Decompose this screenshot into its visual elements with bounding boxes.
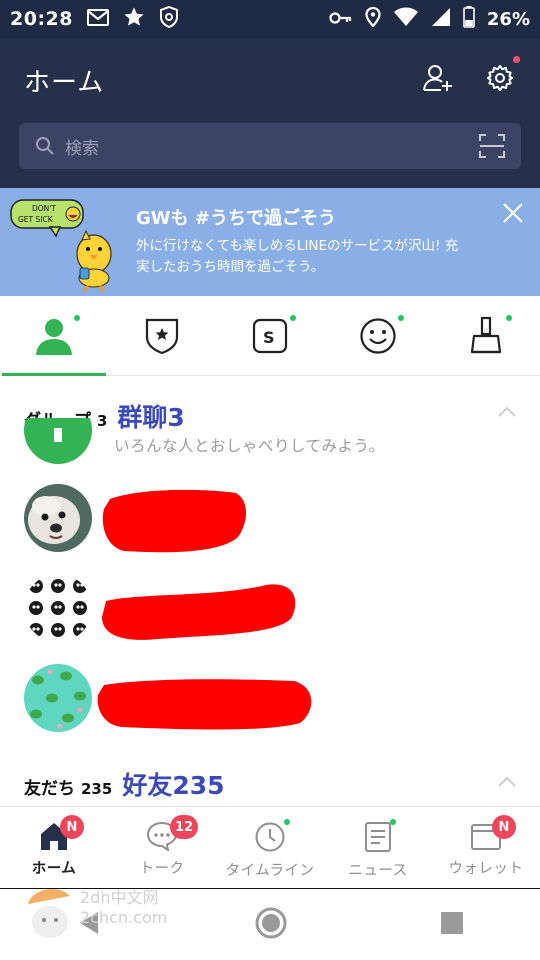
- nav-timeline-label: タイムライン: [225, 863, 315, 879]
- new-dot: [290, 315, 296, 321]
- home-system-button[interactable]: [255, 907, 287, 943]
- watermark: 2dh中文网 2chcn.com: [80, 888, 167, 928]
- friends-section-header[interactable]: 友だち 235 好友235: [24, 766, 225, 802]
- location-icon: [365, 6, 381, 31]
- sticker-shop-icon: S: [252, 318, 288, 353]
- tab-friends[interactable]: [0, 296, 108, 376]
- gear-icon: [487, 65, 513, 91]
- home-circle-icon: [255, 907, 287, 938]
- watermark-line-1: 2dh中文网: [80, 888, 159, 907]
- new-dot: [506, 315, 512, 321]
- official-account-icon: [145, 318, 179, 354]
- list-item[interactable]: [0, 473, 540, 563]
- friends-count: 235: [81, 780, 113, 798]
- status-bar: 20:28 26%: [0, 0, 540, 38]
- groups-collapse-button[interactable]: [498, 402, 516, 421]
- qr-scan-button[interactable]: [479, 134, 505, 162]
- nav-timeline[interactable]: タイムライン: [216, 807, 324, 888]
- redacted-name: [97, 679, 312, 730]
- tab-sticker-shop[interactable]: S: [216, 296, 324, 375]
- nav-wallet-label: ウォレット: [448, 861, 524, 877]
- home-badge: N: [60, 815, 84, 839]
- search-icon: [36, 137, 54, 155]
- svg-text:DON'T: DON'T: [32, 204, 56, 213]
- emoji-icon: [360, 317, 396, 354]
- talk-badge: 12: [170, 815, 199, 839]
- key-icon: [329, 10, 353, 29]
- watermark-logo: [24, 882, 80, 946]
- tab-official-accounts[interactable]: [108, 296, 216, 375]
- gmail-icon: [86, 8, 109, 30]
- add-friend-icon: [423, 65, 452, 91]
- svg-text:S: S: [263, 328, 275, 347]
- groups-hint-text: いろんな人とおしゃべりしてみよう。: [114, 437, 385, 455]
- redacted-name: [102, 489, 246, 553]
- theme-brush-icon: [470, 316, 502, 353]
- groups-annotation: 群聊3: [117, 403, 185, 432]
- recents-square-icon: [440, 911, 463, 934]
- settings-button[interactable]: [482, 56, 520, 96]
- add-friend-button[interactable]: [420, 60, 456, 96]
- battery-percent: 26%: [486, 8, 530, 30]
- avatar: [24, 664, 92, 732]
- news-icon: [365, 822, 391, 852]
- list-item[interactable]: [0, 563, 540, 653]
- tab-emoji[interactable]: [324, 296, 432, 375]
- nav-news[interactable]: ニュース: [324, 807, 432, 888]
- list-item[interactable]: [0, 653, 540, 743]
- page-title: ホーム: [24, 68, 105, 98]
- banner-body: 外に行けなくても楽しめるLINEのサービスが沢山! 充実したおうち時間を過ごそう…: [136, 238, 459, 275]
- banner-title: GWも #うちで過ごそう: [136, 208, 336, 229]
- tab-themes[interactable]: [432, 296, 540, 375]
- wifi-icon: [393, 7, 419, 31]
- redacted-name: [102, 584, 296, 640]
- avatar: [24, 574, 92, 642]
- sally-mascot-image: DON'T GET SICK: [10, 199, 112, 292]
- chevron-up-icon: [498, 406, 516, 417]
- nav-wallet[interactable]: N ウォレット: [432, 807, 540, 888]
- nav-home[interactable]: N ホーム: [0, 807, 108, 888]
- star-icon: [123, 6, 145, 32]
- chevron-up-icon: [498, 776, 516, 787]
- search-placeholder: 検索: [65, 138, 99, 159]
- new-dot: [398, 315, 404, 321]
- clock-icon: [255, 822, 285, 852]
- wallet-badge: N: [492, 815, 516, 839]
- settings-notification-dot: [513, 56, 520, 63]
- status-time: 20:28: [10, 8, 73, 30]
- home-tab-bar: S: [0, 296, 540, 376]
- new-dot: [390, 819, 396, 825]
- qr-scan-icon: [479, 134, 505, 158]
- nav-talk[interactable]: 12 トーク: [108, 807, 216, 888]
- nav-home-label: ホーム: [31, 861, 77, 877]
- new-dot: [74, 315, 80, 321]
- shield-vpn-icon: [159, 5, 179, 32]
- new-dot: [284, 819, 290, 825]
- watermark-line-2: 2chcn.com: [80, 908, 168, 927]
- svg-text:GET SICK: GET SICK: [18, 215, 54, 224]
- signal-icon: [431, 7, 451, 31]
- promo-banner[interactable]: DON'T GET SICK GWも #うちで過ごそう 外に行けなくても楽しめる…: [0, 188, 540, 296]
- create-group-avatar: [24, 418, 92, 464]
- nav-news-label: ニュース: [348, 863, 408, 879]
- battery-icon: [463, 6, 475, 32]
- recents-button[interactable]: [440, 911, 464, 939]
- nav-talk-label: トーク: [139, 861, 185, 877]
- search-input[interactable]: 検索: [19, 123, 521, 169]
- avatar: [24, 484, 92, 552]
- groups-count: 3: [96, 412, 108, 430]
- bottom-navigation: N ホーム 12 トーク タイムライン ニュース N ウォレット: [0, 806, 540, 888]
- friends-icon: [36, 318, 72, 355]
- banner-close-button[interactable]: [502, 202, 524, 228]
- close-icon: [503, 203, 523, 223]
- friends-label: 友だち: [24, 779, 75, 799]
- friends-collapse-button[interactable]: [498, 772, 516, 791]
- friends-annotation: 好友235: [122, 771, 225, 800]
- home-header: ホーム 検索: [0, 38, 540, 188]
